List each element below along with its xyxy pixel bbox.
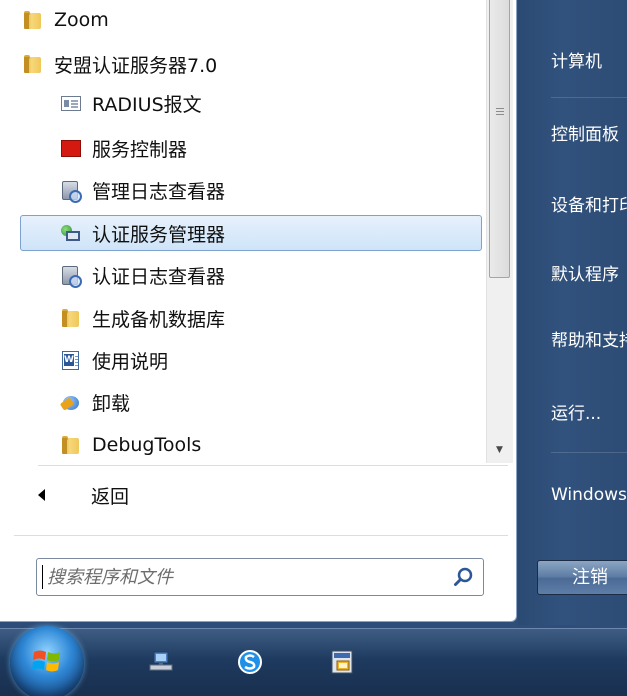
right-item-default-programs[interactable]: 默认程序 <box>551 259 627 291</box>
back-label: 返回 <box>91 485 130 508</box>
program-item-auth-log-viewer[interactable]: 认证日志查看器 <box>0 257 486 293</box>
folder-icon <box>22 9 44 31</box>
all-programs-list: Zoom 安盟认证服务器7.0 RADIUS报文 服务控制器 管理日志查看器 认 <box>0 0 486 463</box>
back-button[interactable]: 返回 <box>26 476 486 514</box>
service-controller-icon <box>60 137 82 159</box>
back-arrow-icon <box>38 489 45 501</box>
program-item-service-controller[interactable]: 服务控制器 <box>0 130 486 166</box>
program-label: 使用说明 <box>92 350 169 373</box>
right-item-devices-printers[interactable]: 设备和打印机 <box>551 190 627 222</box>
program-item-radius[interactable]: RADIUS报文 <box>0 85 486 121</box>
divider <box>14 535 508 536</box>
search-icon[interactable] <box>453 566 475 588</box>
program-item-anmeng-folder[interactable]: 安盟认证服务器7.0 <box>0 46 486 82</box>
log-viewer-icon <box>60 264 82 288</box>
divider <box>551 97 627 98</box>
windows-flag-icon <box>32 650 60 672</box>
program-label: 认证服务管理器 <box>92 223 226 246</box>
remote-desktop-icon[interactable] <box>328 648 356 676</box>
divider <box>551 452 627 453</box>
scrollbar-thumb[interactable] <box>489 0 510 278</box>
sogou-input-icon[interactable] <box>236 648 264 676</box>
grip-icon <box>496 108 504 109</box>
log-viewer-icon <box>60 179 82 203</box>
program-label: 安盟认证服务器7.0 <box>54 54 218 77</box>
program-item-uninstall[interactable]: 卸载 <box>0 384 486 420</box>
divider <box>38 465 508 466</box>
server-manager-icon <box>60 222 82 244</box>
right-item-run[interactable]: 运行... <box>551 398 627 430</box>
start-menu-screen: Zoom 安盟认证服务器7.0 RADIUS报文 服务控制器 管理日志查看器 认 <box>0 0 627 696</box>
search-box[interactable] <box>36 558 484 596</box>
right-item-help-support[interactable]: 帮助和支持 <box>551 325 627 357</box>
network-computer-icon[interactable] <box>148 648 176 676</box>
program-label: 管理日志查看器 <box>92 180 226 203</box>
program-label: DebugTools <box>92 434 202 456</box>
programs-scrollbar[interactable]: ▼ <box>486 0 513 463</box>
start-menu-right-pane: 计算机 控制面板 设备和打印机 默认程序 帮助和支持 运行... Windows… <box>518 0 627 625</box>
program-item-backup-db[interactable]: 生成备机数据库 <box>0 300 486 336</box>
folder-icon <box>22 53 44 75</box>
program-label: RADIUS报文 <box>92 93 202 116</box>
program-item-auth-service-manager[interactable]: 认证服务管理器 <box>20 215 482 251</box>
program-item-debugtools[interactable]: DebugTools <box>0 427 486 463</box>
taskbar <box>0 628 627 696</box>
search-input[interactable] <box>47 561 437 593</box>
folder-icon <box>60 434 82 456</box>
program-item-manual[interactable]: 使用说明 <box>0 342 486 378</box>
program-label: 服务控制器 <box>92 138 188 161</box>
scroll-down-arrow-icon[interactable]: ▼ <box>489 440 510 460</box>
document-window-icon <box>60 92 82 114</box>
right-item-computer[interactable]: 计算机 <box>551 46 627 78</box>
program-label: 认证日志查看器 <box>92 265 226 288</box>
folder-icon <box>60 307 82 329</box>
right-item-control-panel[interactable]: 控制面板 <box>551 119 627 151</box>
uninstall-icon <box>60 391 82 413</box>
program-item-zoom[interactable]: Zoom <box>0 2 486 38</box>
word-document-icon <box>60 349 82 371</box>
program-label: 生成备机数据库 <box>92 308 226 331</box>
program-label: Zoom <box>54 9 109 31</box>
logoff-button[interactable]: 注销 <box>537 560 627 595</box>
right-item-windows-security[interactable]: Windows 安全 <box>551 479 627 511</box>
start-orb-icon[interactable] <box>10 626 84 696</box>
program-item-admin-log-viewer[interactable]: 管理日志查看器 <box>0 172 486 208</box>
start-menu-left-pane: Zoom 安盟认证服务器7.0 RADIUS报文 服务控制器 管理日志查看器 认 <box>0 0 517 622</box>
program-label: 卸载 <box>92 392 131 415</box>
text-caret <box>42 565 43 589</box>
